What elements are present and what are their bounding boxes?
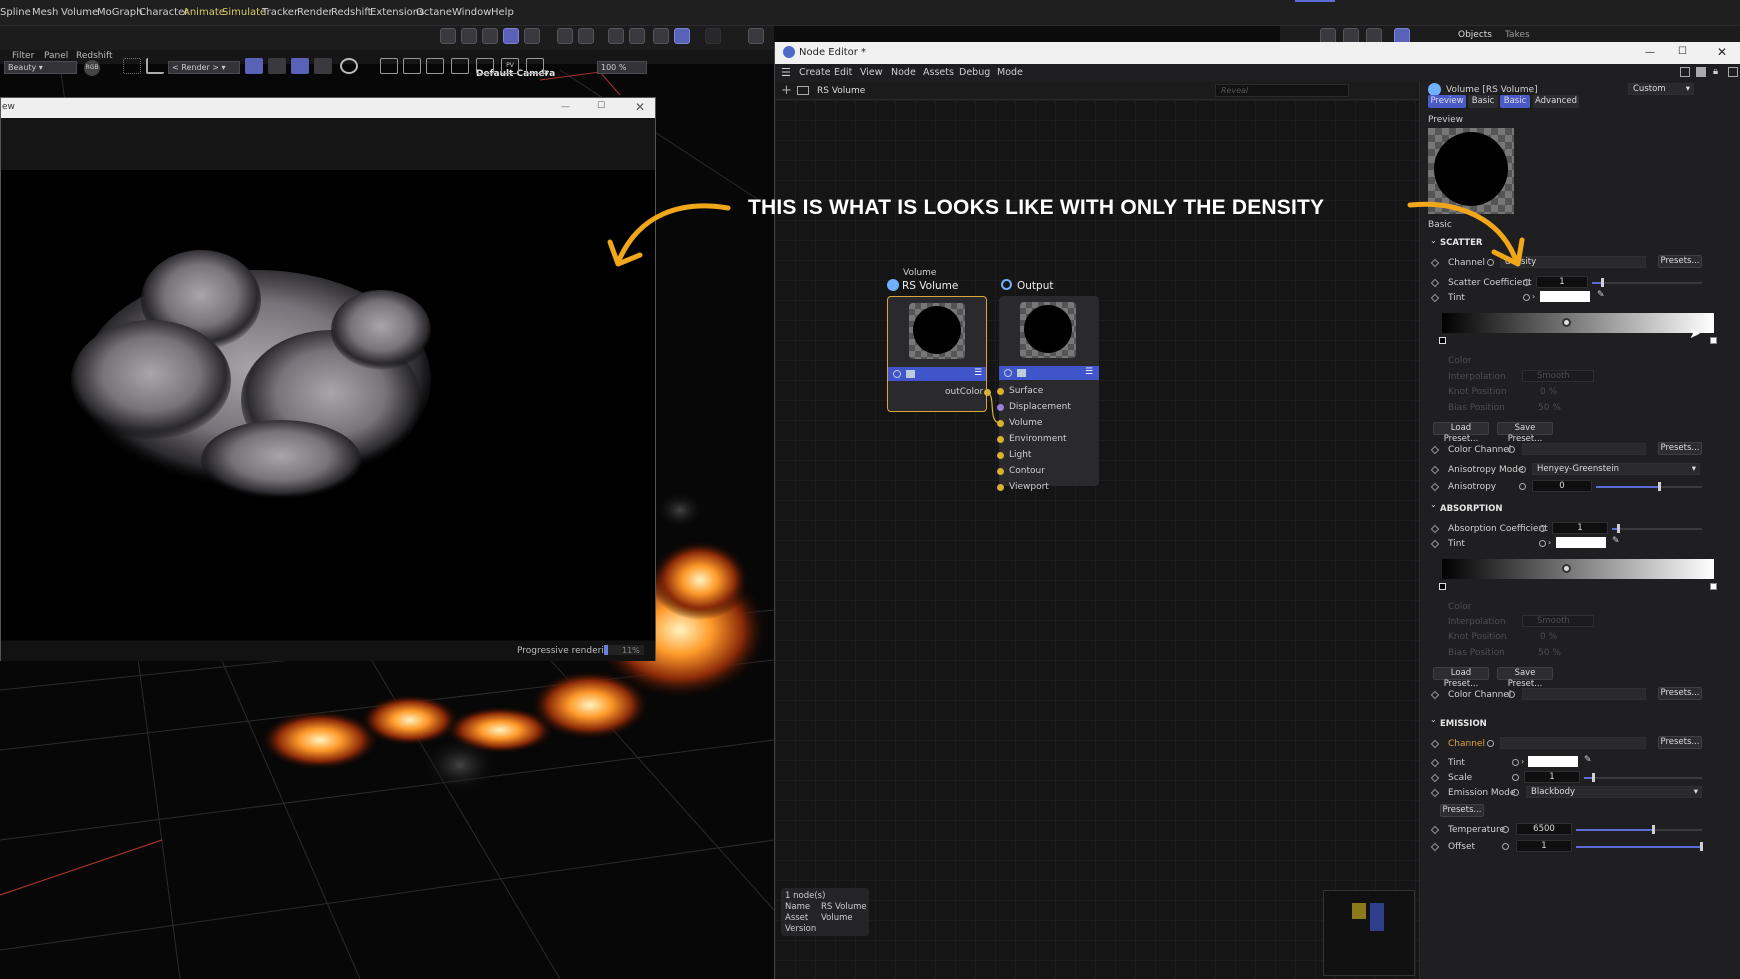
annotation-arrows: [607, 201, 1525, 267]
annotation-caption: THIS IS WHAT IS LOOKS LIKE WITH ONLY THE…: [748, 196, 1325, 219]
left-arrow-icon: [617, 203, 731, 261]
right-arrow-icon: [1407, 201, 1518, 261]
